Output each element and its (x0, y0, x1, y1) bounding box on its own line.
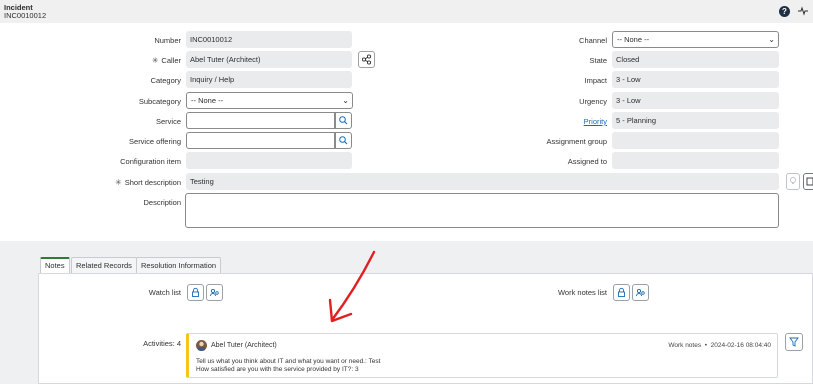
lock-icon (192, 287, 199, 297)
book-icon (806, 177, 813, 186)
watch-list-add-me-button[interactable] (206, 284, 223, 301)
add-person-icon (210, 288, 219, 297)
activity-text-line: Tell us what you think about IT and what… (196, 358, 381, 365)
chevron-down-icon: ⌄ (342, 96, 349, 105)
caller-share-button[interactable] (358, 51, 375, 68)
required-asterisk-icon: ✳ (115, 178, 122, 187)
work-notes-add-me-button[interactable] (632, 284, 649, 301)
service-offering-lookup-button[interactable] (335, 132, 352, 149)
work-notes-list-label: Work notes list (557, 288, 607, 297)
priority-field[interactable]: 5 - Planning (612, 112, 779, 129)
activity-timestamp: 2024-02-16 08:04:40 (710, 342, 771, 349)
caller-field[interactable]: Abel Tuter (Architect) (186, 51, 352, 68)
service-offering-label: Service offering (129, 137, 181, 146)
impact-label: Impact (584, 76, 607, 85)
annotation-arrow-icon (328, 250, 376, 323)
knowledge-book-button[interactable] (803, 173, 813, 190)
chevron-down-icon: ⌄ (768, 35, 775, 44)
record-number: INC0010012 (4, 11, 47, 20)
activity-filter-button[interactable] (785, 333, 803, 351)
activity-author: Abel Tuter (Architect) (211, 342, 277, 349)
channel-label: Channel (579, 36, 607, 45)
watch-list-label: Watch list (148, 288, 181, 297)
state-field[interactable]: Closed (612, 51, 779, 68)
activity-separator: • (704, 342, 708, 349)
filter-icon (789, 337, 799, 347)
service-label: Service (155, 117, 181, 126)
tab-notes[interactable]: Notes (40, 257, 70, 274)
subcategory-select[interactable]: -- None -- ⌄ (186, 92, 353, 109)
activity-meta: Work notes • 2024-02-16 08:04:40 (668, 342, 771, 349)
priority-label[interactable]: Priority (520, 117, 607, 126)
priority-link[interactable]: Priority (584, 117, 607, 126)
service-lookup-button[interactable] (335, 112, 352, 129)
question-circle-icon[interactable]: ? (779, 6, 790, 17)
urgency-field[interactable]: 3 - Low (612, 92, 779, 109)
short-description-label: ✳ Short description (115, 178, 181, 187)
activity-entry: Abel Tuter (Architect) Work notes • 2024… (186, 333, 778, 378)
search-icon (339, 136, 348, 145)
activities-label: Activities: 4 (143, 339, 181, 348)
activity-text-line: How satisfied are you with the service p… (196, 366, 359, 373)
impact-field[interactable]: 3 - Low (612, 71, 779, 88)
activity-pulse-icon[interactable] (797, 5, 809, 17)
share-nodes-icon (361, 54, 372, 65)
configuration-item-field[interactable] (186, 152, 352, 169)
add-person-icon (636, 288, 645, 297)
category-field[interactable]: Inquiry / Help (186, 71, 352, 88)
description-label: Description (143, 198, 181, 207)
number-field[interactable]: INC0010012 (186, 31, 352, 48)
required-asterisk-icon: ✳ (151, 56, 159, 65)
caller-label: ✳ Caller (151, 56, 181, 65)
search-icon (339, 116, 348, 125)
service-input[interactable] (186, 112, 335, 129)
avatar (196, 340, 207, 351)
assignment-group-field[interactable] (612, 132, 779, 149)
urgency-label: Urgency (579, 97, 607, 106)
assigned-to-label: Assigned to (567, 157, 607, 166)
channel-select[interactable]: -- None -- ⌄ (612, 31, 779, 48)
short-description-field[interactable]: Testing (186, 173, 779, 190)
activity-type: Work notes (668, 342, 702, 349)
subcategory-label: Subcategory (138, 97, 181, 106)
description-textarea[interactable] (185, 193, 779, 228)
assignment-group-label: Assignment group (546, 137, 607, 146)
suggestion-lightbulb-button[interactable] (786, 173, 800, 190)
number-label: Number (154, 36, 181, 45)
category-label: Category (150, 76, 181, 85)
assigned-to-field[interactable] (612, 152, 779, 169)
lock-icon (618, 287, 625, 297)
lightbulb-icon (790, 177, 796, 184)
record-header: Incident INC0010012 ? (0, 0, 813, 23)
service-offering-input[interactable] (186, 132, 335, 149)
state-label: State (589, 56, 607, 65)
watch-list-lock-button[interactable] (187, 284, 204, 301)
work-notes-lock-button[interactable] (613, 284, 630, 301)
configuration-item-label: Configuration item (120, 157, 181, 166)
tab-related-records[interactable]: Related Records (71, 257, 137, 274)
tab-resolution-information[interactable]: Resolution Information (136, 257, 222, 274)
